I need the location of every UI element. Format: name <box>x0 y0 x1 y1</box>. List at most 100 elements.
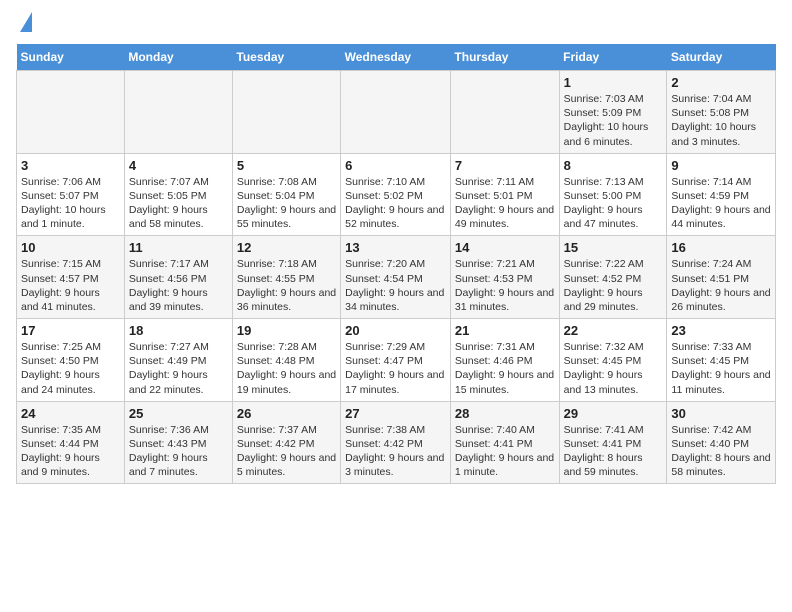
day-info: Sunrise: 7:41 AM Sunset: 4:41 PM Dayligh… <box>564 423 663 480</box>
day-info: Sunrise: 7:35 AM Sunset: 4:44 PM Dayligh… <box>21 423 120 480</box>
day-header-friday: Friday <box>559 44 667 71</box>
day-number: 18 <box>129 323 228 338</box>
day-info: Sunrise: 7:42 AM Sunset: 4:40 PM Dayligh… <box>671 423 771 480</box>
day-number: 13 <box>345 240 446 255</box>
calendar-cell: 13 Sunrise: 7:20 AM Sunset: 4:54 PM Dayli… <box>341 236 451 319</box>
day-info: Sunrise: 7:28 AM Sunset: 4:48 PM Dayligh… <box>237 340 336 397</box>
logo-icon <box>20 12 32 32</box>
day-header-wednesday: Wednesday <box>341 44 451 71</box>
calendar-cell: 20Sunrise: 7:29 AM Sunset: 4:47 PM Dayli… <box>341 319 451 402</box>
day-number: 26 <box>237 406 336 421</box>
calendar-cell: 3Sunrise: 7:06 AM Sunset: 5:07 PM Daylig… <box>17 153 125 236</box>
day-number: 11 <box>129 240 228 255</box>
calendar-cell: 24 Sunrise: 7:35 AM Sunset: 4:44 PM Dayli… <box>17 401 125 484</box>
calendar-cell <box>341 71 451 154</box>
calendar-cell <box>124 71 232 154</box>
day-number: 15 <box>564 240 663 255</box>
calendar-cell: 6 Sunrise: 7:10 AM Sunset: 5:02 PM Daylig… <box>341 153 451 236</box>
calendar-cell: 16 Sunrise: 7:24 AM Sunset: 4:51 PM Dayli… <box>667 236 776 319</box>
week-row-5: 24 Sunrise: 7:35 AM Sunset: 4:44 PM Dayli… <box>17 401 776 484</box>
calendar-cell: 12 Sunrise: 7:18 AM Sunset: 4:55 PM Dayli… <box>232 236 340 319</box>
day-header-monday: Monday <box>124 44 232 71</box>
calendar-cell <box>17 71 125 154</box>
calendar-cell: 25Sunrise: 7:36 AM Sunset: 4:43 PM Dayli… <box>124 401 232 484</box>
day-number: 21 <box>455 323 555 338</box>
day-number: 19 <box>237 323 336 338</box>
day-number: 29 <box>564 406 663 421</box>
day-info: Sunrise: 7:40 AM Sunset: 4:41 PM Dayligh… <box>455 423 555 480</box>
day-info: Sunrise: 7:24 AM Sunset: 4:51 PM Dayligh… <box>671 257 771 314</box>
day-info: Sunrise: 7:10 AM Sunset: 5:02 PM Dayligh… <box>345 175 446 232</box>
calendar-cell: 1 Sunrise: 7:03 AM Sunset: 5:09 PM Daylig… <box>559 71 667 154</box>
week-row-3: 10 Sunrise: 7:15 AM Sunset: 4:57 PM Dayli… <box>17 236 776 319</box>
day-number: 2 <box>671 75 771 90</box>
calendar-cell <box>232 71 340 154</box>
day-info: Sunrise: 7:38 AM Sunset: 4:42 PM Dayligh… <box>345 423 446 480</box>
day-number: 7 <box>455 158 555 173</box>
day-info: Sunrise: 7:18 AM Sunset: 4:55 PM Dayligh… <box>237 257 336 314</box>
calendar-header-row: SundayMondayTuesdayWednesdayThursdayFrid… <box>17 44 776 71</box>
calendar-cell: 26 Sunrise: 7:37 AM Sunset: 4:42 PM Dayli… <box>232 401 340 484</box>
day-number: 28 <box>455 406 555 421</box>
calendar-cell: 2 Sunrise: 7:04 AM Sunset: 5:08 PM Daylig… <box>667 71 776 154</box>
day-info: Sunrise: 7:37 AM Sunset: 4:42 PM Dayligh… <box>237 423 336 480</box>
calendar-cell: 5Sunrise: 7:08 AM Sunset: 5:04 PM Daylig… <box>232 153 340 236</box>
day-number: 3 <box>21 158 120 173</box>
day-info: Sunrise: 7:17 AM Sunset: 4:56 PM Dayligh… <box>129 257 228 314</box>
day-number: 23 <box>671 323 771 338</box>
calendar-table: SundayMondayTuesdayWednesdayThursdayFrid… <box>16 44 776 484</box>
calendar-cell: 4 Sunrise: 7:07 AM Sunset: 5:05 PM Daylig… <box>124 153 232 236</box>
day-number: 16 <box>671 240 771 255</box>
day-info: Sunrise: 7:11 AM Sunset: 5:01 PM Dayligh… <box>455 175 555 232</box>
week-row-2: 3Sunrise: 7:06 AM Sunset: 5:07 PM Daylig… <box>17 153 776 236</box>
day-number: 8 <box>564 158 663 173</box>
day-header-thursday: Thursday <box>450 44 559 71</box>
day-number: 4 <box>129 158 228 173</box>
calendar-cell: 18 Sunrise: 7:27 AM Sunset: 4:49 PM Dayli… <box>124 319 232 402</box>
day-number: 1 <box>564 75 663 90</box>
day-number: 9 <box>671 158 771 173</box>
day-info: Sunrise: 7:08 AM Sunset: 5:04 PM Dayligh… <box>237 175 336 232</box>
day-info: Sunrise: 7:21 AM Sunset: 4:53 PM Dayligh… <box>455 257 555 314</box>
day-info: Sunrise: 7:15 AM Sunset: 4:57 PM Dayligh… <box>21 257 120 314</box>
calendar-cell: 28 Sunrise: 7:40 AM Sunset: 4:41 PM Dayli… <box>450 401 559 484</box>
calendar-cell: 10 Sunrise: 7:15 AM Sunset: 4:57 PM Dayli… <box>17 236 125 319</box>
calendar-cell: 8 Sunrise: 7:13 AM Sunset: 5:00 PM Daylig… <box>559 153 667 236</box>
day-number: 25 <box>129 406 228 421</box>
day-number: 12 <box>237 240 336 255</box>
day-info: Sunrise: 7:32 AM Sunset: 4:45 PM Dayligh… <box>564 340 663 397</box>
day-number: 24 <box>21 406 120 421</box>
day-number: 20 <box>345 323 446 338</box>
day-header-saturday: Saturday <box>667 44 776 71</box>
page-header <box>16 16 776 32</box>
day-number: 6 <box>345 158 446 173</box>
day-info: Sunrise: 7:07 AM Sunset: 5:05 PM Dayligh… <box>129 175 228 232</box>
calendar-cell: 29 Sunrise: 7:41 AM Sunset: 4:41 PM Dayli… <box>559 401 667 484</box>
day-header-sunday: Sunday <box>17 44 125 71</box>
logo <box>16 16 32 32</box>
day-info: Sunrise: 7:22 AM Sunset: 4:52 PM Dayligh… <box>564 257 663 314</box>
calendar-cell: 19 Sunrise: 7:28 AM Sunset: 4:48 PM Dayli… <box>232 319 340 402</box>
day-header-tuesday: Tuesday <box>232 44 340 71</box>
day-info: Sunrise: 7:25 AM Sunset: 4:50 PM Dayligh… <box>21 340 120 397</box>
day-number: 14 <box>455 240 555 255</box>
day-number: 30 <box>671 406 771 421</box>
day-info: Sunrise: 7:20 AM Sunset: 4:54 PM Dayligh… <box>345 257 446 314</box>
calendar-cell <box>450 71 559 154</box>
day-info: Sunrise: 7:31 AM Sunset: 4:46 PM Dayligh… <box>455 340 555 397</box>
day-number: 10 <box>21 240 120 255</box>
day-number: 27 <box>345 406 446 421</box>
calendar-cell: 23Sunrise: 7:33 AM Sunset: 4:45 PM Dayli… <box>667 319 776 402</box>
day-info: Sunrise: 7:27 AM Sunset: 4:49 PM Dayligh… <box>129 340 228 397</box>
calendar-cell: 14 Sunrise: 7:21 AM Sunset: 4:53 PM Dayli… <box>450 236 559 319</box>
week-row-1: 1 Sunrise: 7:03 AM Sunset: 5:09 PM Daylig… <box>17 71 776 154</box>
calendar-cell: 15 Sunrise: 7:22 AM Sunset: 4:52 PM Dayli… <box>559 236 667 319</box>
day-number: 17 <box>21 323 120 338</box>
day-info: Sunrise: 7:13 AM Sunset: 5:00 PM Dayligh… <box>564 175 663 232</box>
week-row-4: 17 Sunrise: 7:25 AM Sunset: 4:50 PM Dayli… <box>17 319 776 402</box>
calendar-cell: 7 Sunrise: 7:11 AM Sunset: 5:01 PM Daylig… <box>450 153 559 236</box>
day-info: Sunrise: 7:04 AM Sunset: 5:08 PM Dayligh… <box>671 92 771 149</box>
day-info: Sunrise: 7:03 AM Sunset: 5:09 PM Dayligh… <box>564 92 663 149</box>
calendar-cell: 21 Sunrise: 7:31 AM Sunset: 4:46 PM Dayli… <box>450 319 559 402</box>
calendar-cell: 30 Sunrise: 7:42 AM Sunset: 4:40 PM Dayli… <box>667 401 776 484</box>
